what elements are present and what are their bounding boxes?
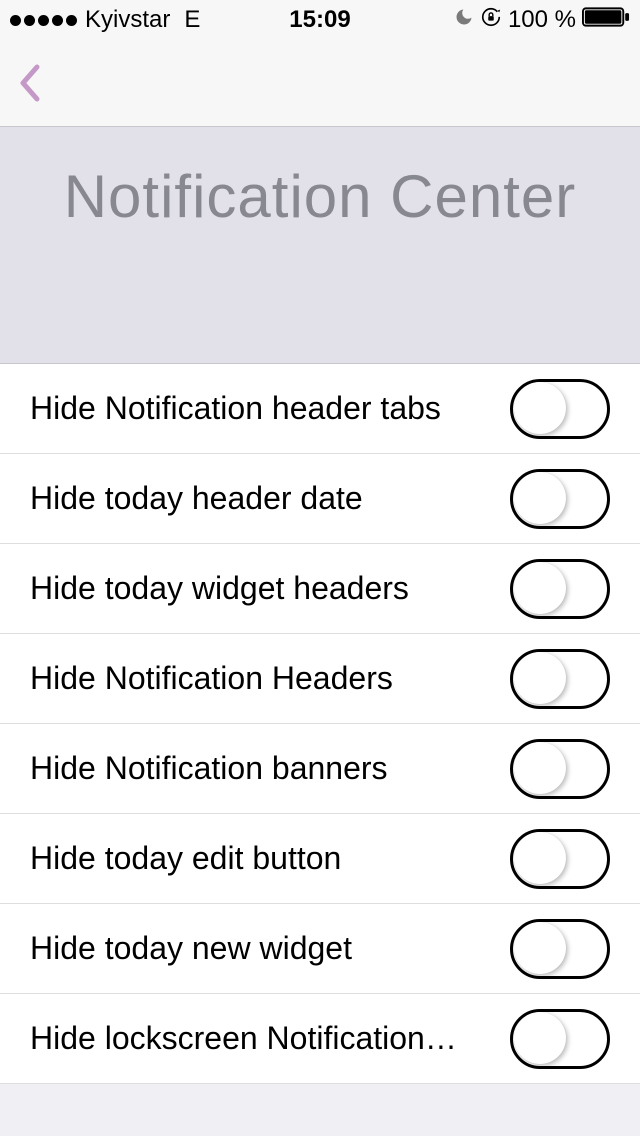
carrier-label: Kyivstar	[85, 6, 170, 34]
row-label: Hide today header date	[30, 480, 363, 517]
toggle-hide-today-header-date[interactable]	[510, 469, 610, 529]
toggle-knob	[514, 652, 566, 704]
row-label: Hide Notification header tabs	[30, 390, 441, 427]
back-button[interactable]	[16, 61, 44, 105]
row-hide-today-new-widget: Hide today new widget	[0, 904, 640, 994]
row-label: Hide today edit button	[30, 840, 341, 877]
status-right: 100 %	[454, 6, 630, 35]
toggle-hide-today-new-widget[interactable]	[510, 919, 610, 979]
row-label: Hide Notification banners	[30, 750, 388, 787]
rotation-lock-icon	[480, 6, 502, 35]
status-bar: Kyivstar E 15:09 100 %	[0, 0, 640, 40]
toggle-knob	[514, 1012, 566, 1064]
signal-strength-icon	[10, 15, 77, 26]
chevron-left-icon	[19, 63, 41, 103]
page-header: Notification Center	[0, 127, 640, 364]
row-hide-today-header-date: Hide today header date	[0, 454, 640, 544]
toggle-knob	[514, 472, 566, 524]
toggle-knob	[514, 382, 566, 434]
toggle-hide-notification-banners[interactable]	[510, 739, 610, 799]
status-left: Kyivstar E	[10, 6, 200, 34]
page-title: Notification Center	[0, 162, 640, 231]
row-hide-lockscreen-notification: Hide lockscreen Notification…	[0, 994, 640, 1084]
toggle-hide-today-edit-button[interactable]	[510, 829, 610, 889]
toggle-knob	[514, 742, 566, 794]
battery-icon	[582, 6, 630, 35]
row-label: Hide today widget headers	[30, 570, 409, 607]
row-hide-notification-header-tabs: Hide Notification header tabs	[0, 364, 640, 454]
row-label: Hide Notification Headers	[30, 660, 393, 697]
toggle-hide-lockscreen-notification[interactable]	[510, 1009, 610, 1069]
toggle-knob	[514, 562, 566, 614]
row-label: Hide today new widget	[30, 930, 352, 967]
row-hide-today-edit-button: Hide today edit button	[0, 814, 640, 904]
nav-bar	[0, 40, 640, 127]
do-not-disturb-icon	[454, 6, 474, 34]
toggle-knob	[514, 922, 566, 974]
battery-percentage-label: 100 %	[508, 6, 576, 34]
row-hide-notification-headers: Hide Notification Headers	[0, 634, 640, 724]
settings-list: Hide Notification header tabs Hide today…	[0, 364, 640, 1084]
toggle-knob	[514, 832, 566, 884]
row-label: Hide lockscreen Notification…	[30, 1020, 457, 1057]
network-type-label: E	[184, 6, 200, 34]
clock-time: 15:09	[289, 6, 350, 34]
row-hide-notification-banners: Hide Notification banners	[0, 724, 640, 814]
toggle-hide-notification-header-tabs[interactable]	[510, 379, 610, 439]
row-hide-today-widget-headers: Hide today widget headers	[0, 544, 640, 634]
toggle-hide-notification-headers[interactable]	[510, 649, 610, 709]
toggle-hide-today-widget-headers[interactable]	[510, 559, 610, 619]
